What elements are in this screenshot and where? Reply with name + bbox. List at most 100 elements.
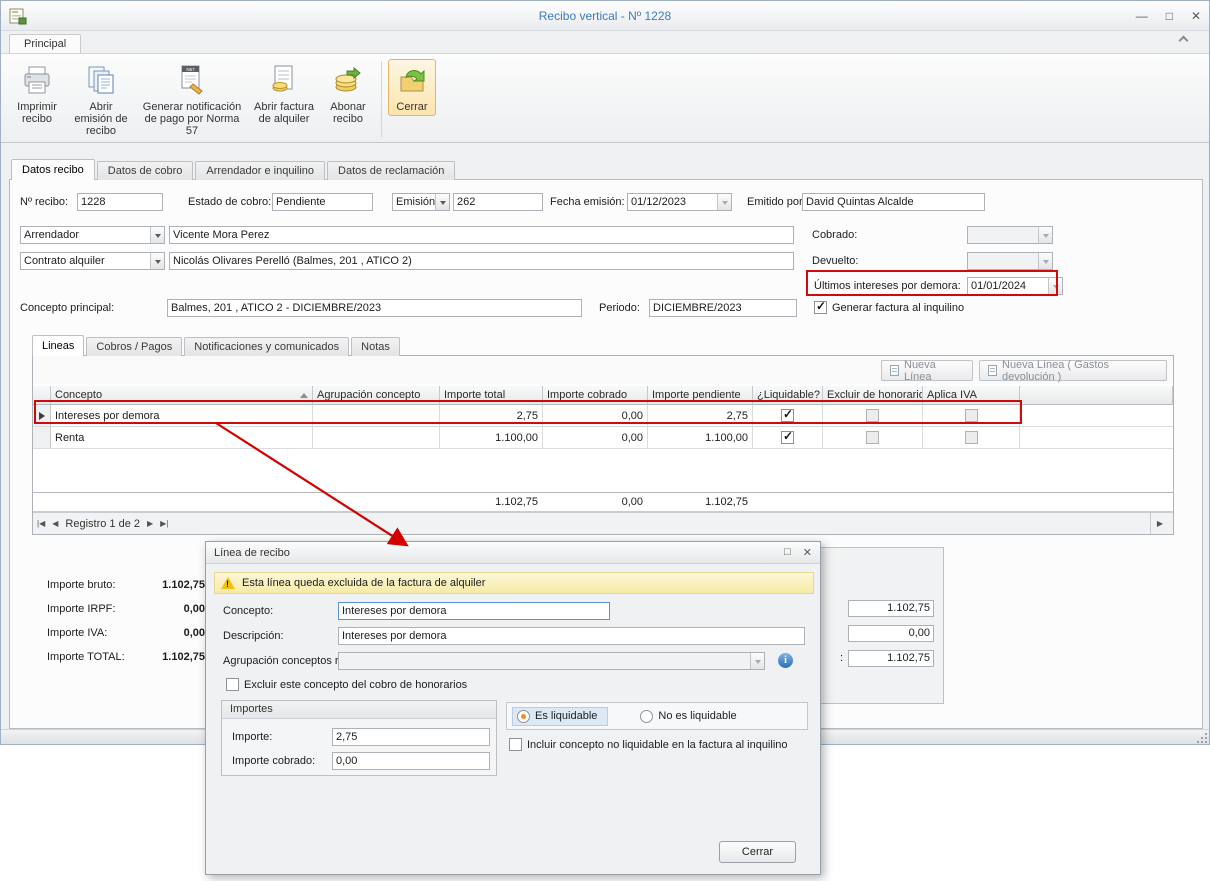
row1-excluir-checkbox[interactable]	[866, 409, 879, 422]
row2-agrupacion-cell[interactable]	[313, 427, 440, 449]
ultimos-intereses-field[interactable]: 01/01/2024	[967, 277, 1063, 295]
row2-liquidable-cell[interactable]	[753, 427, 823, 449]
nueva-linea-button[interactable]: Nueva Línea	[881, 360, 973, 381]
emitido-por-field[interactable]: David Quintas Alcalde	[802, 193, 985, 211]
header-excluir-honorarios[interactable]: Excluir de honorarios	[823, 386, 923, 405]
fecha-emision-dropdown-arrow-icon[interactable]	[717, 194, 731, 210]
row1-liquidable-checkbox[interactable]	[781, 409, 794, 422]
ribbon-collapse-chevron-icon[interactable]	[1179, 36, 1189, 46]
row2-importe-cobrado-cell[interactable]: 0,00	[543, 427, 648, 449]
ribbon-tab-principal[interactable]: Principal	[9, 34, 81, 53]
cobrado-dropdown-arrow-icon[interactable]	[1038, 227, 1052, 243]
ultimos-intereses-dropdown-arrow-icon[interactable]	[1048, 278, 1062, 294]
dialog-close-button[interactable]: ✕	[803, 546, 812, 559]
contrato-combo[interactable]: Contrato alquiler	[20, 252, 165, 270]
cerrar-button[interactable]: Cerrar	[388, 59, 436, 116]
tab-datos-reclamacion[interactable]: Datos de reclamación	[327, 161, 455, 180]
row2-excluir-cell[interactable]	[823, 427, 923, 449]
row2-aplica-iva-checkbox[interactable]	[965, 431, 978, 444]
row2-aplica-iva-cell[interactable]	[923, 427, 1020, 449]
emision-num-field[interactable]: 262	[453, 193, 543, 211]
abrir-factura-button[interactable]: Abrir factura de alquiler	[247, 59, 321, 128]
tab-datos-cobro[interactable]: Datos de cobro	[97, 161, 194, 180]
dialog-restore-button[interactable]: □	[784, 546, 791, 559]
header-liquidable[interactable]: ¿Liquidable?	[753, 386, 823, 405]
concepto-principal-field[interactable]: Balmes, 201 , ATICO 2 - DICIEMBRE/2023	[167, 299, 582, 317]
contrato-field[interactable]: Nicolás Olivares Perelló (Balmes, 201 , …	[169, 252, 794, 270]
row2-importe-pendiente-cell[interactable]: 1.100,00	[648, 427, 753, 449]
resize-grip[interactable]	[1201, 737, 1203, 739]
tab-datos-recibo[interactable]: Datos recibo	[11, 159, 95, 180]
num-recibo-field[interactable]: 1228	[77, 193, 163, 211]
contrato-dropdown-arrow-icon[interactable]	[150, 253, 164, 269]
estado-cobro-field[interactable]: Pendiente	[272, 193, 373, 211]
emision-combo[interactable]: Emisión	[392, 193, 450, 211]
tab-arrendador-inquilino[interactable]: Arrendador e inquilino	[195, 161, 325, 180]
imprimir-recibo-button[interactable]: Imprimir recibo	[9, 59, 65, 128]
abonar-recibo-button[interactable]: Abonar recibo	[321, 59, 375, 128]
devuelto-dropdown-arrow-icon[interactable]	[1038, 253, 1052, 269]
header-agrupacion[interactable]: Agrupación concepto	[313, 386, 440, 405]
row2-excluir-checkbox[interactable]	[866, 431, 879, 444]
norma57-button[interactable]: N57 Generar notificación de pago por Nor…	[137, 59, 247, 140]
radio-no-es-liquidable[interactable]: No es liquidable	[636, 708, 746, 725]
subtab-notas[interactable]: Notas	[351, 337, 400, 356]
header-concepto[interactable]: Concepto	[51, 386, 313, 405]
close-button[interactable]: ✕	[1191, 9, 1201, 23]
periodo-field[interactable]: DICIEMBRE/2023	[649, 299, 797, 317]
generar-factura-checkbox-row[interactable]: Generar factura al inquilino	[814, 301, 964, 314]
row1-agrupacion-cell[interactable]	[313, 405, 440, 427]
info-icon[interactable]	[778, 653, 793, 668]
radio-es-liquidable[interactable]: Es liquidable	[512, 707, 608, 726]
row1-importe-total-cell[interactable]: 2,75	[440, 405, 543, 427]
header-importe-total[interactable]: Importe total	[440, 386, 543, 405]
dlg-importe-field[interactable]: 2,75	[332, 728, 490, 746]
dlg-incluir-checkbox-row[interactable]: Incluir concepto no liquidable en la fac…	[509, 738, 788, 751]
row2-liquidable-checkbox[interactable]	[781, 431, 794, 444]
header-aplica-iva[interactable]: Aplica IVA	[923, 386, 1020, 405]
dlg-excluir-checkbox-row[interactable]: Excluir este concepto del cobro de honor…	[226, 678, 467, 691]
devuelto-field[interactable]	[967, 252, 1053, 270]
row1-aplica-iva-checkbox[interactable]	[965, 409, 978, 422]
first-record-button[interactable]: |◀	[37, 519, 45, 528]
subtab-notificaciones[interactable]: Notificaciones y comunicados	[184, 337, 349, 356]
dlg-agrupacion-dropdown-arrow-icon[interactable]	[750, 653, 764, 669]
prev-record-button[interactable]: ◀	[52, 519, 58, 528]
fecha-emision-field[interactable]: 01/12/2023	[627, 193, 732, 211]
dlg-agrupacion-combo[interactable]	[338, 652, 765, 670]
dlg-importe-cobrado-field[interactable]: 0,00	[332, 752, 490, 770]
row1-liquidable-cell[interactable]	[753, 405, 823, 427]
arrendador-field[interactable]: Vicente Mora Perez	[169, 226, 794, 244]
subtab-cobros-pagos[interactable]: Cobros / Pagos	[86, 337, 182, 356]
dlg-excluir-checkbox[interactable]	[226, 678, 239, 691]
nueva-linea-gastos-button[interactable]: Nueva Línea ( Gastos devolución )	[979, 360, 1167, 381]
row1-importe-cobrado-cell[interactable]: 0,00	[543, 405, 648, 427]
grid-row-intereses[interactable]: Intereses por demora 2,75 0,00 2,75	[33, 405, 1173, 427]
dlg-incluir-checkbox[interactable]	[509, 738, 522, 751]
cerrar-dialog-button[interactable]: Cerrar	[719, 841, 796, 863]
emision-dropdown-arrow-icon[interactable]	[435, 194, 449, 210]
next-record-button[interactable]: ▶	[147, 519, 153, 528]
subtab-lineas[interactable]: Lineas	[32, 335, 84, 356]
header-importe-cobrado[interactable]: Importe cobrado	[543, 386, 648, 405]
row1-importe-pendiente-cell[interactable]: 2,75	[648, 405, 753, 427]
row1-aplica-iva-cell[interactable]	[923, 405, 1020, 427]
restore-button[interactable]: □	[1166, 9, 1173, 23]
last-record-button[interactable]: ▶|	[160, 519, 168, 528]
dlg-descripcion-field[interactable]: Intereses por demora	[338, 627, 805, 645]
dlg-concepto-field[interactable]: Intereses por demora	[338, 602, 610, 620]
row1-concepto-cell[interactable]: Intereses por demora	[51, 405, 313, 427]
header-importe-pendiente[interactable]: Importe pendiente	[648, 386, 753, 405]
row2-importe-total-cell[interactable]: 1.100,00	[440, 427, 543, 449]
radio-es-liquidable-control[interactable]	[517, 710, 530, 723]
arrendador-combo[interactable]: Arrendador	[20, 226, 165, 244]
minimize-button[interactable]: —	[1136, 9, 1148, 23]
scroll-right-button[interactable]: ▶	[1150, 513, 1169, 534]
abrir-emision-button[interactable]: Abrir emisión de recibo	[65, 59, 137, 140]
cobrado-field[interactable]	[967, 226, 1053, 244]
grid-row-renta[interactable]: Renta 1.100,00 0,00 1.100,00	[33, 427, 1173, 449]
row2-concepto-cell[interactable]: Renta	[51, 427, 313, 449]
generar-factura-checkbox[interactable]	[814, 301, 827, 314]
arrendador-dropdown-arrow-icon[interactable]	[150, 227, 164, 243]
row1-excluir-cell[interactable]	[823, 405, 923, 427]
